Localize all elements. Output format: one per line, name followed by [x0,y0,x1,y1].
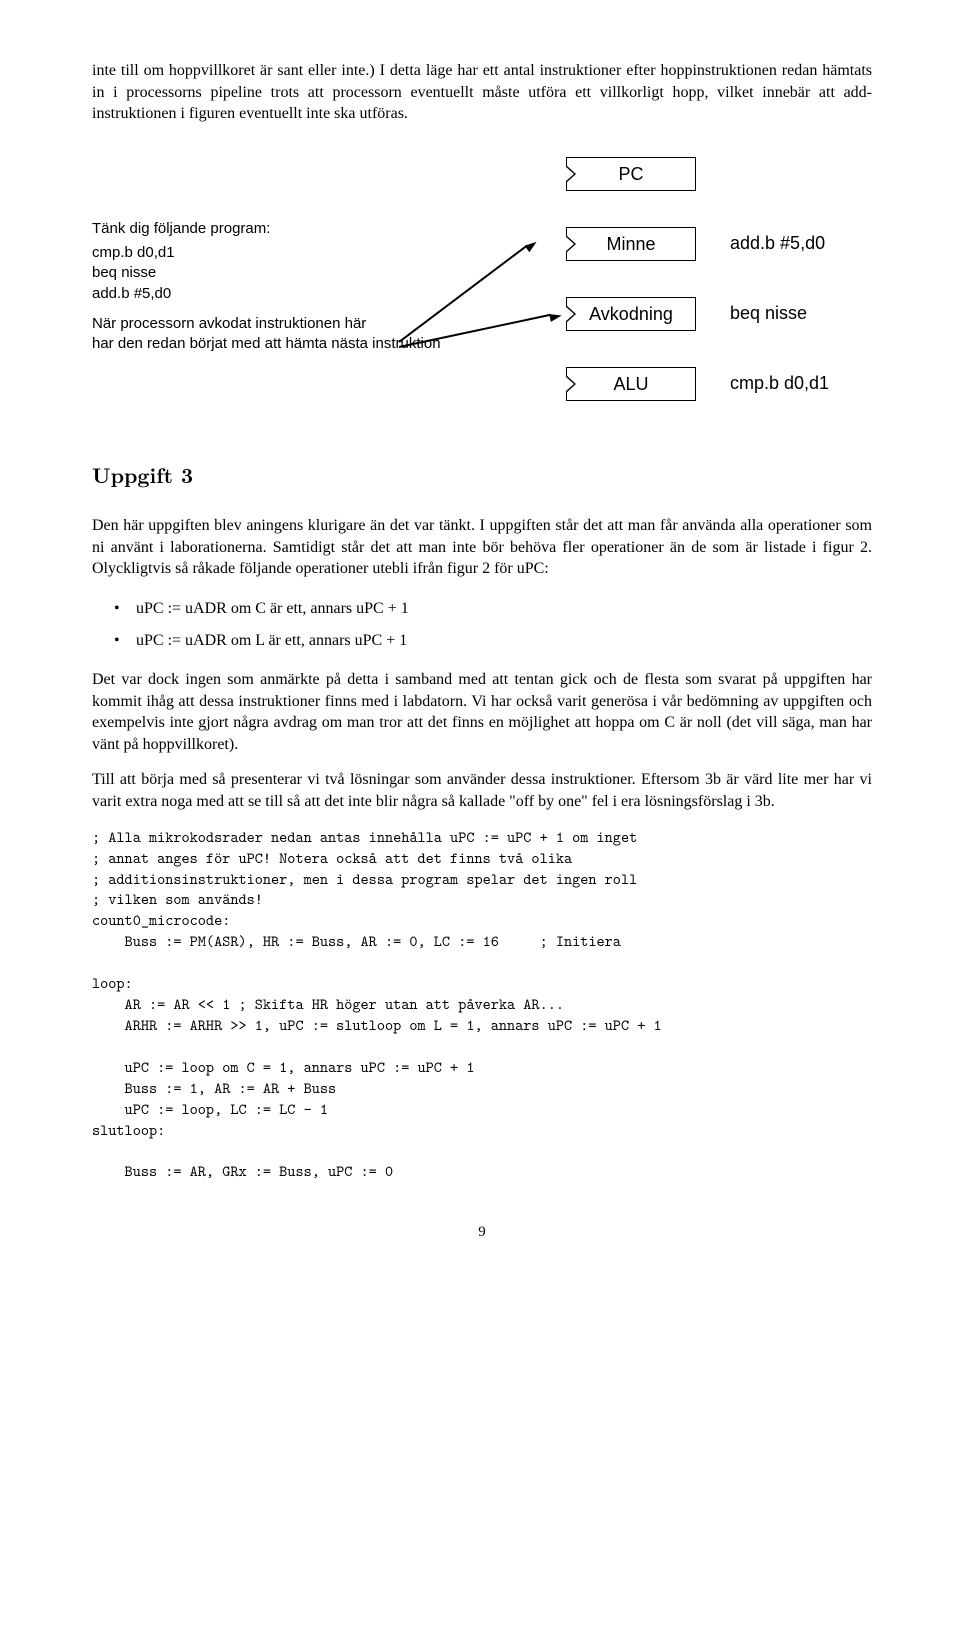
pipeline-diagram: Tänk dig följande program: cmp.b d0,d1 b… [92,157,872,417]
assembly-code: cmp.b d0,d1 beq nisse add.b #5,d0 [92,243,472,304]
pc-box: PC [566,157,696,191]
bullet-dot-icon: • [114,598,136,620]
code-line: cmp.b d0,d1 [92,243,472,263]
paragraph-1: Den här uppgiften blev aningens klurigar… [92,515,872,580]
page-number: 9 [92,1222,872,1242]
avkodning-box: Avkodning [566,297,696,331]
pc-label: PC [618,164,643,184]
stage-label-avk: beq nisse [730,301,807,325]
section-heading: Uppgift 3 [92,461,872,489]
alu-label: ALU [613,374,648,394]
stage-label-minne: add.b #5,d0 [730,231,825,255]
triangle-icon [566,367,578,401]
microcode-listing: ; Alla mikrokodsrader nedan antas innehå… [92,827,872,1183]
code-line: beq nisse [92,263,472,283]
minne-box: Minne [566,227,696,261]
bullet-list: • uPC := uADR om C är ett, annars uPC + … [92,598,872,651]
avkodning-label: Avkodning [589,304,673,324]
arrow-head-icon [525,238,539,252]
triangle-icon [566,227,578,261]
intro-paragraph: inte till om hoppvillkoret är sant eller… [92,60,872,125]
bullet-item: • uPC := uADR om L är ett, annars uPC + … [114,630,872,652]
paragraph-2: Det var dock ingen som anmärkte på detta… [92,669,872,755]
bullet-dot-icon: • [114,630,136,652]
arrow-head-icon [549,311,562,321]
triangle-icon [566,157,578,191]
code-line: add.b #5,d0 [92,284,472,304]
stage-label-alu: cmp.b d0,d1 [730,371,829,395]
diagram-annotation-1: När processorn avkodat instruktionen här [92,314,472,334]
bullet-text: uPC := uADR om C är ett, annars uPC + 1 [136,598,409,620]
triangle-icon [566,297,578,331]
paragraph-3: Till att börja med så presenterar vi två… [92,769,872,812]
minne-label: Minne [606,234,655,254]
alu-box: ALU [566,367,696,401]
diagram-prompt: Tänk dig följande program: [92,219,472,239]
bullet-item: • uPC := uADR om C är ett, annars uPC + … [114,598,872,620]
bullet-text: uPC := uADR om L är ett, annars uPC + 1 [136,630,407,652]
